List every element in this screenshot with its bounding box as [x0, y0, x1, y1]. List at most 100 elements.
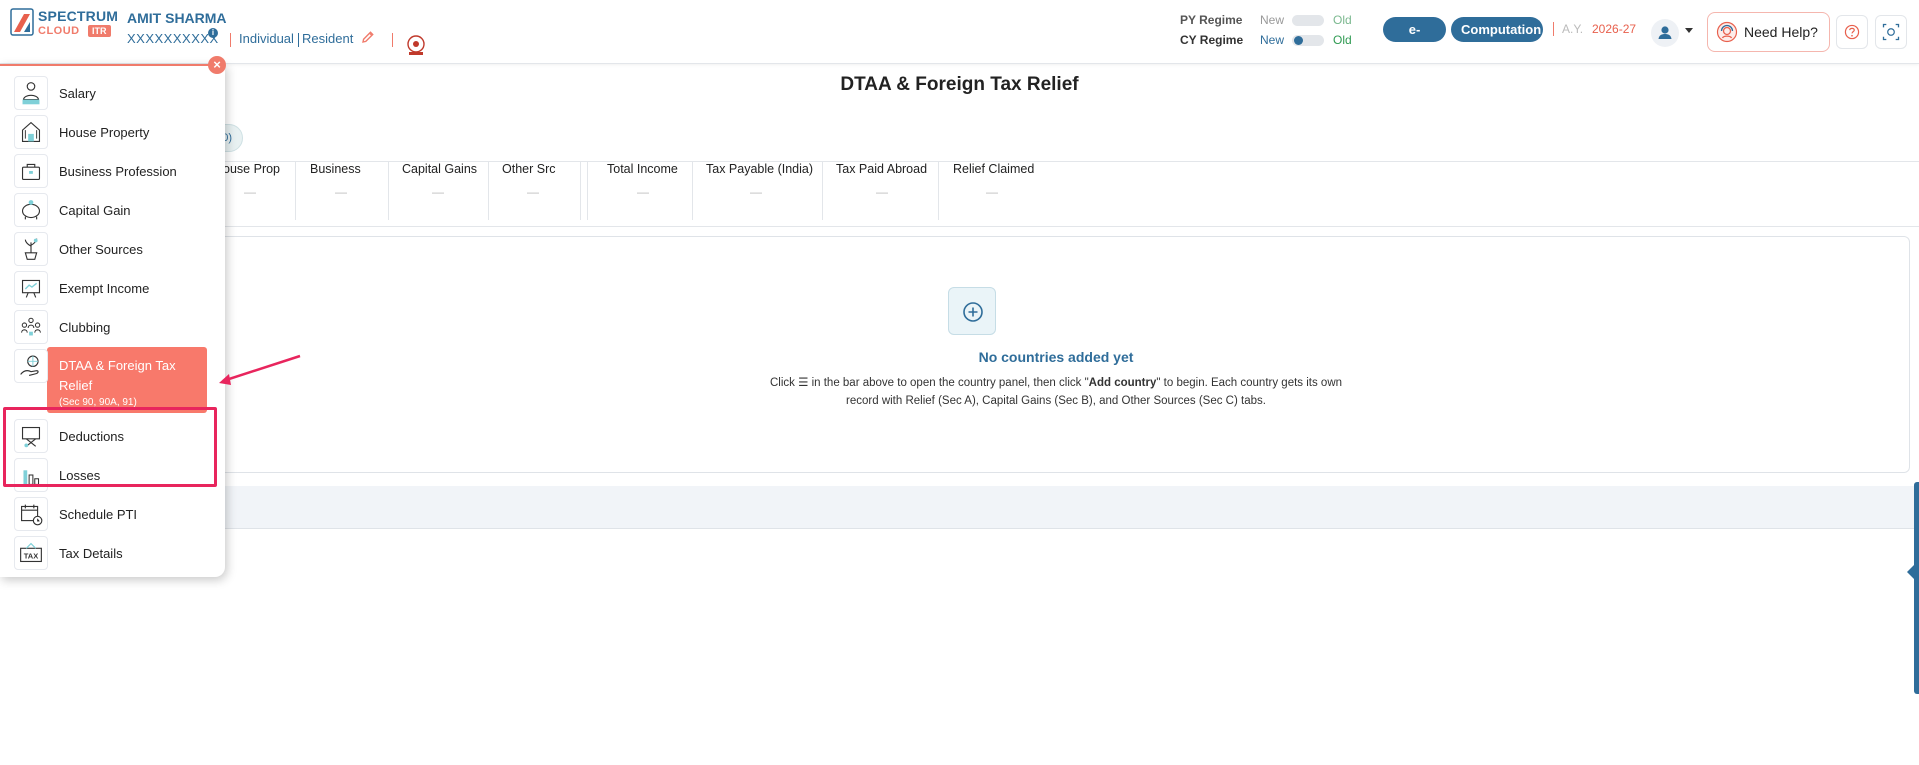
question-circle-icon	[1844, 24, 1860, 40]
income-tax-emblem-icon	[407, 35, 425, 55]
pan-info-icon[interactable]: i	[208, 28, 218, 38]
summary-separator	[488, 162, 489, 220]
py-regime-label: PY Regime	[1180, 13, 1243, 27]
summary-value: —	[986, 185, 998, 199]
py-regime-row: PY Regime New Old	[1180, 13, 1380, 29]
action-bar	[200, 486, 1919, 529]
globe-hand-icon	[14, 349, 48, 383]
ay-value[interactable]: 2026-27	[1592, 22, 1636, 36]
summary-total-income: Total Income —	[607, 162, 687, 220]
computation-button[interactable]: Computation	[1451, 17, 1543, 42]
summary-separator	[587, 162, 588, 220]
summary-business: Business —	[310, 162, 386, 220]
plus-circle-icon	[963, 302, 983, 322]
py-regime-new: New	[1260, 13, 1285, 27]
summary-value: —	[876, 185, 888, 199]
cy-regime-new: New	[1260, 33, 1285, 47]
py-regime-old: Old	[1333, 13, 1352, 27]
house-property-icon	[14, 115, 48, 149]
need-help-button[interactable]: Need Help?	[1707, 12, 1830, 52]
support-agent-icon	[1716, 21, 1738, 43]
empty-desc-bold: Add country	[1088, 377, 1157, 389]
sidebar-item-label: Other Sources	[59, 242, 143, 257]
summary-label: Business	[310, 162, 361, 176]
sidebar-item-house-property[interactable]: House Property	[12, 113, 212, 152]
efiling-button[interactable]: e-Filing	[1383, 17, 1446, 62]
header-separator	[392, 33, 393, 47]
right-panel-handle[interactable]	[1914, 482, 1919, 694]
summary-separator	[822, 162, 823, 220]
sidebar-item-label: Exempt Income	[59, 281, 150, 296]
page-title: DTAA & Foreign Tax Relief	[840, 74, 1079, 95]
sidebar-item-label: House Property	[59, 125, 150, 140]
help-question-button[interactable]	[1836, 15, 1868, 49]
summary-separator	[388, 162, 389, 220]
salary-icon	[14, 76, 48, 110]
user-name: AMIT SHARMA	[127, 10, 227, 26]
empty-state-title: No countries added yet	[978, 349, 1134, 365]
header-separator	[230, 33, 231, 47]
summary-value: —	[432, 185, 444, 199]
sidebar-item-other-sources[interactable]: Other Sources	[12, 230, 212, 269]
sidebar-item-label: Capital Gain	[59, 203, 131, 218]
sidebar-item-label: Tax Details	[59, 546, 123, 561]
py-regime-toggle	[1292, 15, 1324, 26]
toggle-knob	[1294, 36, 1303, 45]
sidebar-item-label: DTAA & Foreign Tax Relief	[59, 358, 176, 393]
clubbing-icon	[14, 310, 48, 344]
brand-name-line1: SPECTRUM	[38, 8, 119, 24]
header-separator	[298, 33, 299, 47]
sidebar-item-salary[interactable]: Salary	[12, 74, 212, 113]
need-help-label: Need Help?	[1744, 24, 1818, 40]
summary-capital-gains: Capital Gains —	[402, 162, 486, 220]
summary-label: Tax Paid Abroad	[836, 162, 928, 176]
top-header: SPECTRUM CLOUD ITR AMIT SHARMA XXXXXXXXX…	[0, 0, 1919, 64]
header-separator	[1553, 22, 1554, 36]
user-avatar[interactable]	[1651, 19, 1679, 47]
plant-icon	[14, 232, 48, 266]
empty-desc-part1: Click ☰ in the bar above to open the cou…	[769, 377, 1089, 389]
sidebar-item-business-profession[interactable]: Business Profession	[12, 152, 212, 191]
status-type: Individual	[239, 31, 294, 46]
edit-pencil-icon[interactable]	[361, 30, 375, 44]
sidebar-item-capital-gain[interactable]: Capital Gain	[12, 191, 212, 230]
summary-label: Relief Claimed	[953, 162, 1035, 176]
exempt-income-icon	[14, 271, 48, 305]
summary-house-prop: House Prop —	[214, 162, 294, 220]
close-icon[interactable]: ×	[208, 56, 226, 74]
sidebar-item-schedule-pti[interactable]: Schedule PTI	[12, 495, 212, 534]
summary-separator	[580, 162, 581, 220]
scan-button[interactable]	[1875, 15, 1907, 49]
cy-regime-label: CY Regime	[1180, 33, 1244, 47]
summary-value: —	[335, 185, 347, 199]
summary-separator	[938, 162, 939, 220]
sidebar-item-exempt-income[interactable]: Exempt Income	[12, 269, 212, 308]
piggy-bank-icon	[14, 193, 48, 227]
status-residency: Resident	[302, 31, 354, 46]
cy-regime-toggle[interactable]	[1292, 35, 1324, 46]
summary-label: Tax Payable (India)	[706, 162, 814, 176]
add-country-button[interactable]	[948, 287, 996, 335]
brand-logo[interactable]: SPECTRUM CLOUD ITR	[10, 6, 118, 42]
sidebar-item-tax-details[interactable]: TAX Tax Details	[12, 534, 212, 573]
sidebar-item-clubbing[interactable]: Clubbing	[12, 308, 212, 347]
sidebar-item-label: Schedule PTI	[59, 507, 138, 522]
brand-name-line2: CLOUD	[38, 25, 80, 37]
ay-label: A.Y.	[1562, 22, 1584, 36]
summary-other-src: Other Src —	[502, 162, 580, 220]
chevron-left-icon[interactable]	[1907, 564, 1915, 580]
summary-label: Total Income	[607, 162, 678, 176]
calendar-clock-icon	[14, 497, 48, 531]
cy-regime-old: Old	[1333, 33, 1352, 47]
brand-logo-mark-icon	[10, 8, 34, 36]
chevron-down-icon[interactable]	[1685, 28, 1693, 33]
annotation-arrow-icon	[219, 354, 301, 385]
summary-value: —	[637, 185, 649, 199]
summary-relief-claimed: Relief Claimed —	[953, 162, 1049, 220]
summary-tax-paid-abroad: Tax Paid Abroad —	[836, 162, 936, 220]
summary-separator	[295, 162, 296, 220]
summary-tax-payable-india: Tax Payable (India) —	[706, 162, 818, 220]
person-icon	[1658, 26, 1672, 39]
svg-text:TAX: TAX	[24, 552, 38, 561]
summary-label: Other Src	[502, 162, 556, 176]
